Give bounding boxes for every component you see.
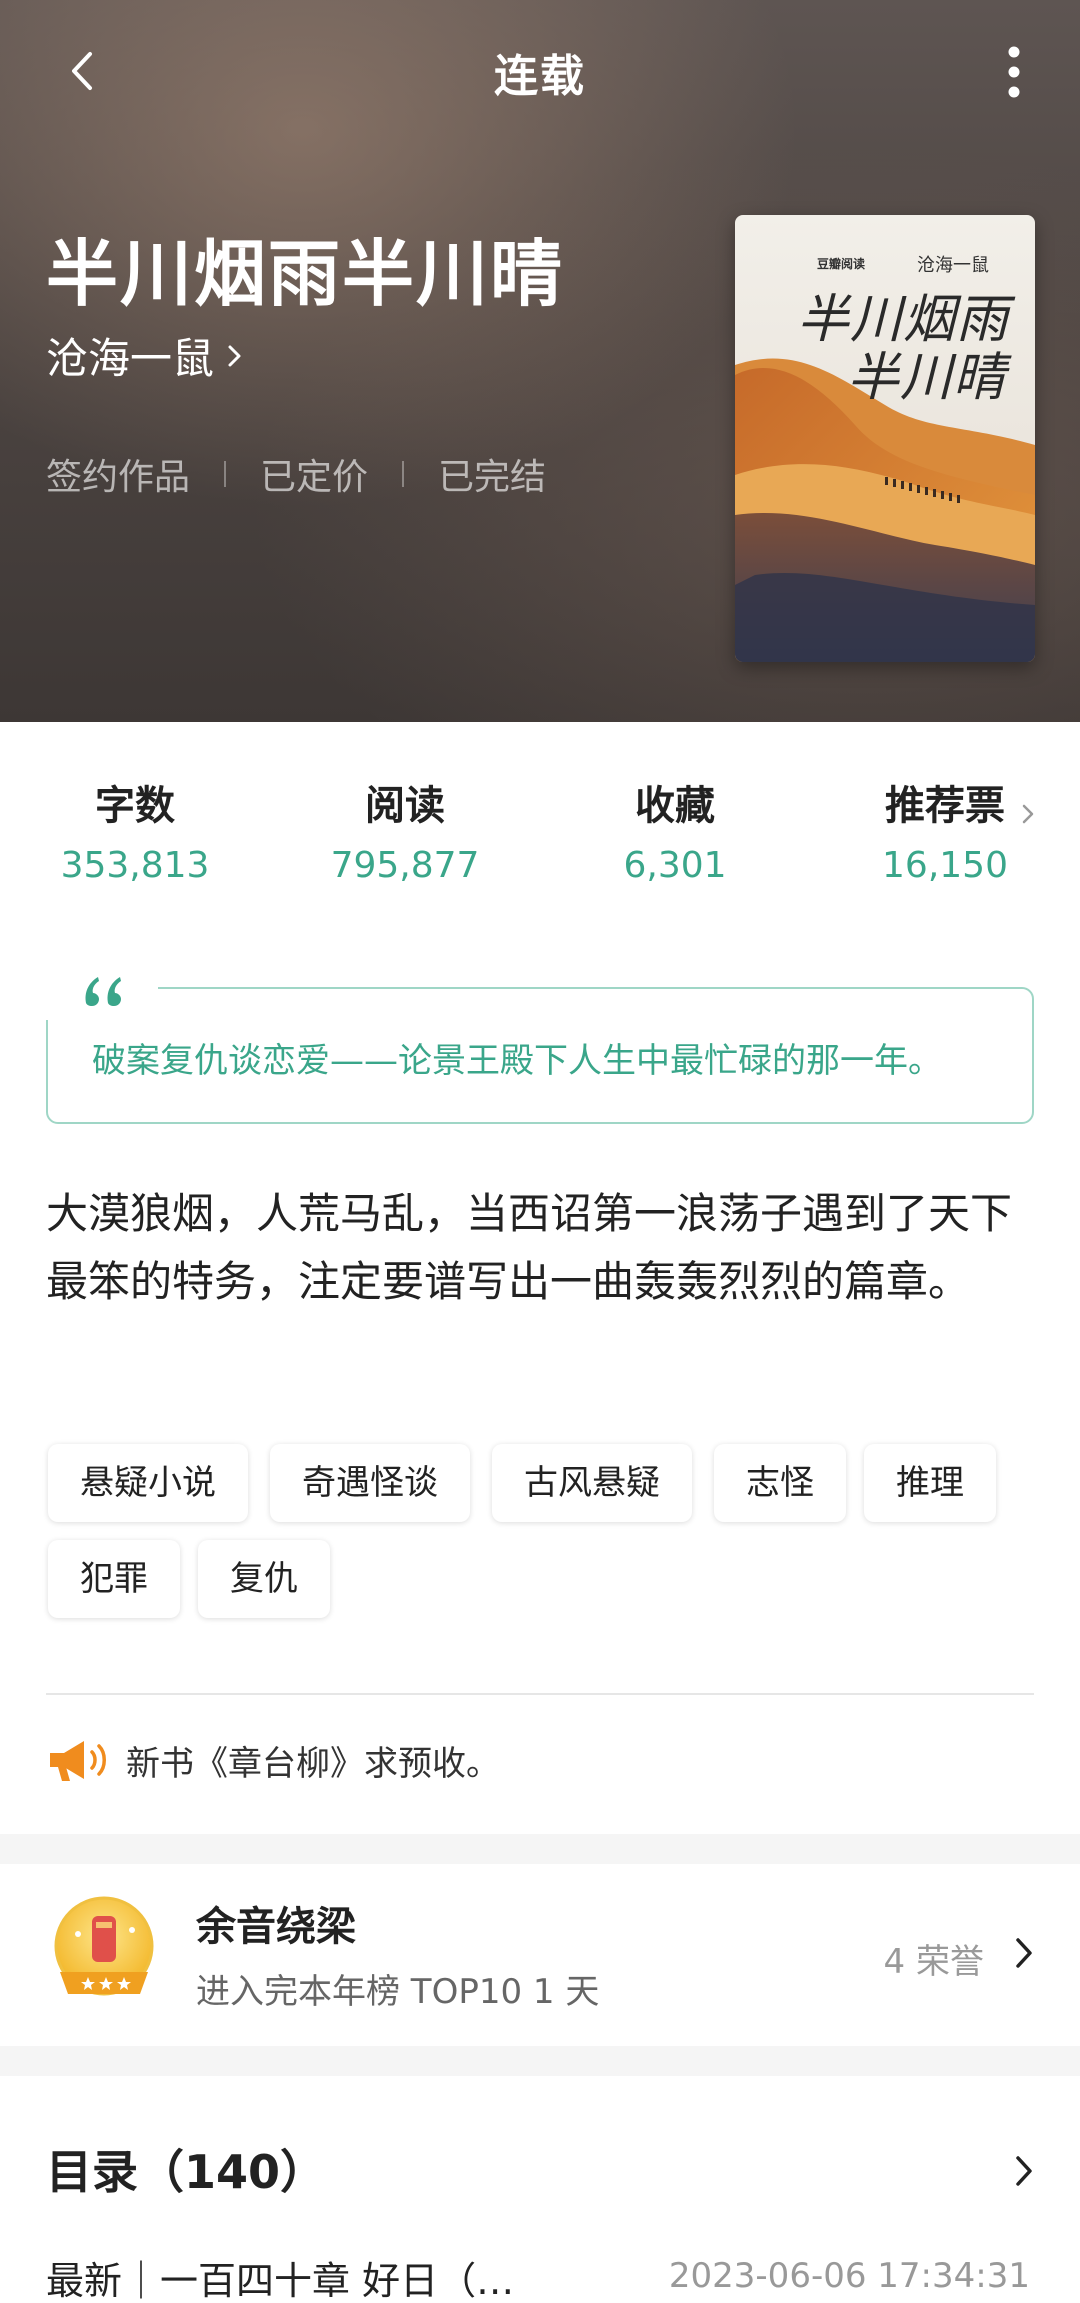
more-button[interactable] xyxy=(998,44,1030,100)
author-name: 沧海一鼠 xyxy=(46,334,215,383)
cover-author: 沧海一鼠 xyxy=(917,255,989,276)
quote-mark-icon xyxy=(85,977,121,1006)
status-tag-priced: 已定价 xyxy=(260,457,369,498)
quote-mark-wrapper xyxy=(46,960,158,1020)
stat-favorites: 收藏 6,301 xyxy=(540,780,810,894)
status-tag-completed: 已完结 xyxy=(438,457,547,498)
chevron-right-icon xyxy=(1016,2156,1032,2186)
stats-bar: 字数 353,813 阅读 795,877 收藏 6,301 推荐票 16,15… xyxy=(0,780,1080,910)
honor-subtitle: 进入完本年榜 TOP10 1 天 xyxy=(196,1972,600,2012)
book-cover[interactable]: 豆瓣阅读 沧海一鼠 半川烟雨 半川晴 xyxy=(735,215,1035,662)
author-notice: 新书《章台柳》求预收。 xyxy=(46,1735,500,1785)
stat-word-count: 字数 353,813 xyxy=(0,780,270,894)
stat-label: 字数 xyxy=(95,783,175,829)
honor-badge-icon xyxy=(54,1896,154,1996)
book-header: 连载 半川烟雨半川晴 沧海一鼠 签约作品 已定价 已完结 豆瓣阅读 沧海一鼠 半… xyxy=(0,0,1080,722)
tag-chip[interactable]: 奇遇怪谈 xyxy=(270,1444,470,1522)
more-vertical-icon xyxy=(1008,46,1020,98)
latest-chapter-row[interactable]: 最新｜一百四十章 好日（… 2023-06-06 17:34:31 xyxy=(0,2250,1080,2303)
section-gap xyxy=(0,2046,1080,2076)
cover-title-line2: 半川晴 xyxy=(847,348,1007,408)
latest-chapter-time: 2023-06-06 17:34:31 xyxy=(668,2256,1030,2296)
page-title: 连载 xyxy=(494,51,586,102)
stat-label: 推荐票 xyxy=(885,783,1005,829)
status-separator xyxy=(402,461,405,487)
chevron-right-icon xyxy=(228,345,241,366)
tag-chip[interactable]: 志怪 xyxy=(714,1444,846,1522)
section-gap xyxy=(0,1834,1080,1864)
honor-row[interactable]: 余音绕梁 进入完本年榜 TOP10 1 天 4 荣誉 xyxy=(0,1864,1080,2046)
toc-title: 目录（140） xyxy=(46,2145,327,2199)
stat-value: 353,813 xyxy=(60,845,210,886)
quote-text: 破案复仇谈恋爱——论景王殿下人生中最忙碌的那一年。 xyxy=(92,1041,942,1081)
stat-value: 795,877 xyxy=(330,845,480,886)
megaphone-icon xyxy=(50,1741,106,1781)
honor-count: 4 荣誉 xyxy=(883,1942,984,1982)
stat-value: 16,150 xyxy=(882,845,1008,886)
author-link[interactable]: 沧海一鼠 xyxy=(46,325,246,386)
notice-text: 新书《章台柳》求预收。 xyxy=(126,1743,500,1784)
chevron-right-icon xyxy=(1022,804,1034,824)
honor-title: 余音绕梁 xyxy=(196,1904,356,1950)
book-description: 大漠狼烟，人荒马乱，当西诏第一浪荡子遇到了天下最笨的特务，注定要谱写出一曲轰轰烈… xyxy=(46,1189,1013,1306)
tag-chip[interactable]: 推理 xyxy=(864,1444,996,1522)
tag-chip[interactable]: 犯罪 xyxy=(48,1540,180,1618)
stat-label: 收藏 xyxy=(635,783,715,829)
stat-value: 6,301 xyxy=(623,845,727,886)
status-tags: 签约作品 已定价 已完结 xyxy=(46,448,546,500)
status-separator xyxy=(224,461,227,487)
stat-recommend-votes[interactable]: 推荐票 16,150 xyxy=(810,780,1080,894)
divider xyxy=(46,1693,1034,1695)
stat-reads: 阅读 795,877 xyxy=(270,780,540,894)
quote-box: 破案复仇谈恋爱——论景王殿下人生中最忙碌的那一年。 xyxy=(46,987,1034,1124)
chevron-right-icon xyxy=(1016,1938,1032,1968)
cover-publisher: 豆瓣阅读 xyxy=(817,257,866,271)
book-title: 半川烟雨半川晴 xyxy=(46,232,565,316)
tag-chip[interactable]: 古风悬疑 xyxy=(492,1444,692,1522)
tag-chip[interactable]: 悬疑小说 xyxy=(48,1444,248,1522)
stat-label: 阅读 xyxy=(365,783,445,829)
latest-chapter-label: 最新｜一百四十章 好日（… xyxy=(46,2259,515,2303)
status-tag-signed: 签约作品 xyxy=(46,457,191,498)
table-of-contents-header[interactable]: 目录（140） xyxy=(0,2110,1080,2220)
tag-chip[interactable]: 复仇 xyxy=(198,1540,330,1618)
